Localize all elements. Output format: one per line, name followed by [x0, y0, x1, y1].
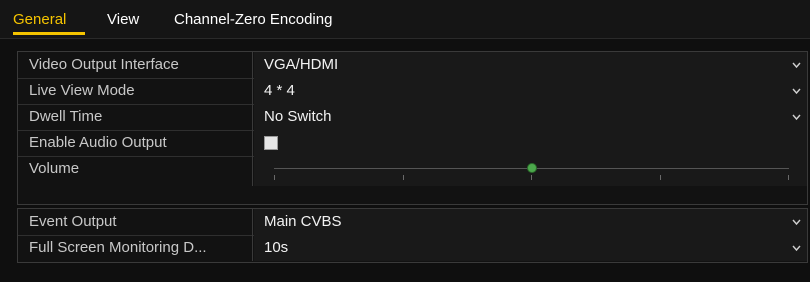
volume-slider-tick: [403, 175, 404, 180]
chevron-down-icon: [792, 62, 801, 69]
video-output-interface-label: Video Output Interface: [18, 52, 253, 78]
live-view-mode-label: Live View Mode: [18, 78, 253, 104]
volume-slider-tick: [531, 175, 532, 180]
chevron-down-icon: [792, 114, 801, 121]
output-settings-group: Event Output Main CVBS Full Screen Monit…: [17, 208, 808, 263]
row-volume: Volume: [18, 156, 807, 186]
volume-slider-knob[interactable]: [526, 163, 537, 173]
full-screen-monitoring-value: 10s: [264, 239, 289, 256]
dwell-time-label: Dwell Time: [18, 104, 253, 130]
row-live-view-mode: Live View Mode 4 * 4: [18, 78, 807, 105]
tab-bar: General View Channel-Zero Encoding: [0, 0, 810, 39]
volume-slider[interactable]: [254, 156, 807, 186]
event-output-select[interactable]: Main CVBS: [254, 209, 807, 235]
full-screen-monitoring-select[interactable]: 10s: [254, 235, 807, 261]
tab-channel-zero-encoding[interactable]: Channel-Zero Encoding: [174, 10, 332, 30]
dwell-time-value: No Switch: [264, 108, 332, 125]
video-output-interface-select[interactable]: VGA/HDMI: [254, 52, 807, 78]
chevron-down-icon: [792, 219, 801, 226]
volume-slider-tick: [660, 175, 661, 180]
volume-slider-tick: [274, 175, 275, 180]
tab-general[interactable]: General: [13, 10, 66, 30]
chevron-down-icon: [792, 245, 801, 252]
volume-label: Volume: [18, 156, 253, 186]
live-view-mode-value: 4 * 4: [264, 82, 295, 99]
display-settings-group: Video Output Interface VGA/HDMI Live Vie…: [17, 51, 808, 205]
live-view-mode-select[interactable]: 4 * 4: [254, 78, 807, 104]
volume-slider-tick: [788, 175, 789, 180]
video-output-interface-value: VGA/HDMI: [264, 56, 339, 73]
event-output-label: Event Output: [18, 209, 253, 235]
row-dwell-time: Dwell Time No Switch: [18, 104, 807, 131]
event-output-value: Main CVBS: [264, 213, 342, 230]
enable-audio-output-cell: [254, 130, 807, 156]
dwell-time-select[interactable]: No Switch: [254, 104, 807, 130]
row-enable-audio-output: Enable Audio Output: [18, 130, 807, 157]
tab-view[interactable]: View: [107, 10, 139, 30]
full-screen-monitoring-label: Full Screen Monitoring D...: [18, 235, 253, 261]
chevron-down-icon: [792, 88, 801, 95]
active-tab-underline: [13, 32, 85, 35]
row-full-screen-monitoring: Full Screen Monitoring D... 10s: [18, 235, 807, 261]
enable-audio-output-checkbox[interactable]: [264, 136, 278, 150]
row-event-output: Event Output Main CVBS: [18, 209, 807, 236]
row-video-output-interface: Video Output Interface VGA/HDMI: [18, 52, 807, 79]
enable-audio-output-label: Enable Audio Output: [18, 130, 253, 156]
settings-panel: General View Channel-Zero Encoding Video…: [0, 0, 810, 282]
